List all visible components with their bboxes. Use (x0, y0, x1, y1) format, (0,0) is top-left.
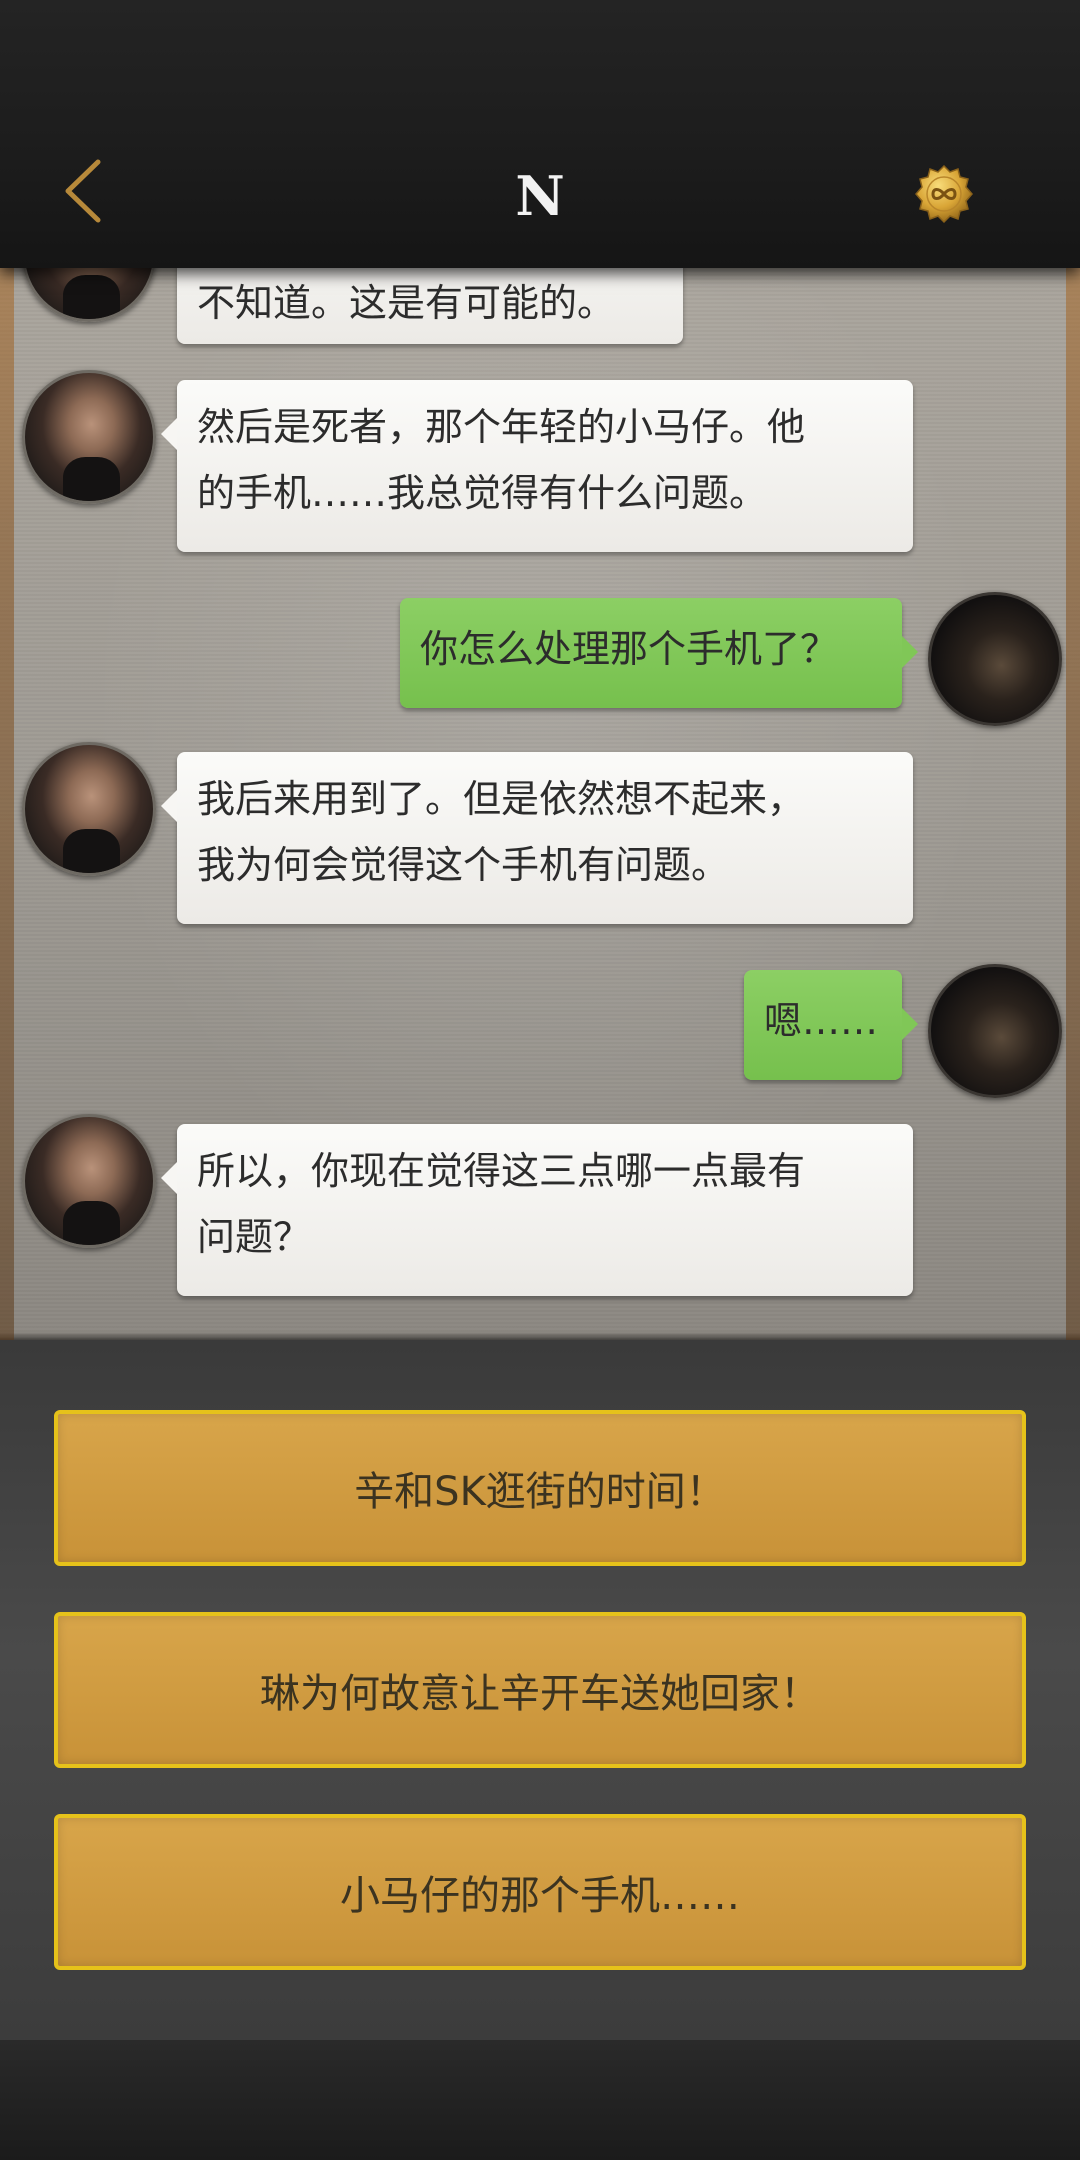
outgoing-message: 你怎么处理那个手机了？ (400, 598, 918, 708)
choice-button-2[interactable]: 琳为何故意让辛开车送她回家！ (54, 1612, 1026, 1768)
npc-avatar[interactable] (22, 742, 156, 876)
outgoing-message: 嗯…… (744, 970, 918, 1080)
incoming-message: 我后来用到了。但是依然想不起来， 我为何会觉得这个手机有问题。 (161, 752, 913, 924)
npc-avatar[interactable] (22, 370, 156, 504)
incoming-message: 所以，你现在觉得这三点哪一点最有 问题？ (161, 1124, 913, 1296)
choice-label: 小马仔的那个手机…… (340, 1873, 740, 1919)
npc-avatar[interactable] (22, 1114, 156, 1248)
bottom-bar (0, 2040, 1080, 2160)
choice-label: 琳为何故意让辛开车送她回家！ (260, 1671, 820, 1717)
choice-label: 辛和SK逛街的时间！ (354, 1469, 726, 1515)
player-avatar[interactable] (928, 964, 1062, 1098)
player-avatar[interactable] (928, 592, 1062, 726)
incoming-message: 然后是死者，那个年轻的小马仔。他 的手机……我总觉得有什么问题。 (161, 380, 913, 552)
npc-avatar[interactable] (22, 268, 156, 322)
game-screen: N 不知道。这是有可能的。 然后是死者，那个年轻的小马仔。他 的手机……我总觉得… (0, 0, 1080, 2160)
choice-panel: 辛和SK逛街的时间！ 琳为何故意让辛开车送她回家！ 小马仔的那个手机…… (0, 1340, 1080, 2040)
choice-button-1[interactable]: 辛和SK逛街的时间！ (54, 1410, 1026, 1566)
top-bar: N (0, 0, 1080, 268)
incoming-message: 不知道。这是有可能的。 (177, 268, 683, 344)
choice-button-3[interactable]: 小马仔的那个手机…… (54, 1814, 1026, 1970)
chat-area[interactable]: 不知道。这是有可能的。 然后是死者，那个年轻的小马仔。他 的手机……我总觉得有什… (0, 268, 1080, 1340)
coin-button[interactable] (914, 164, 974, 224)
infinity-coin-icon (915, 164, 973, 224)
